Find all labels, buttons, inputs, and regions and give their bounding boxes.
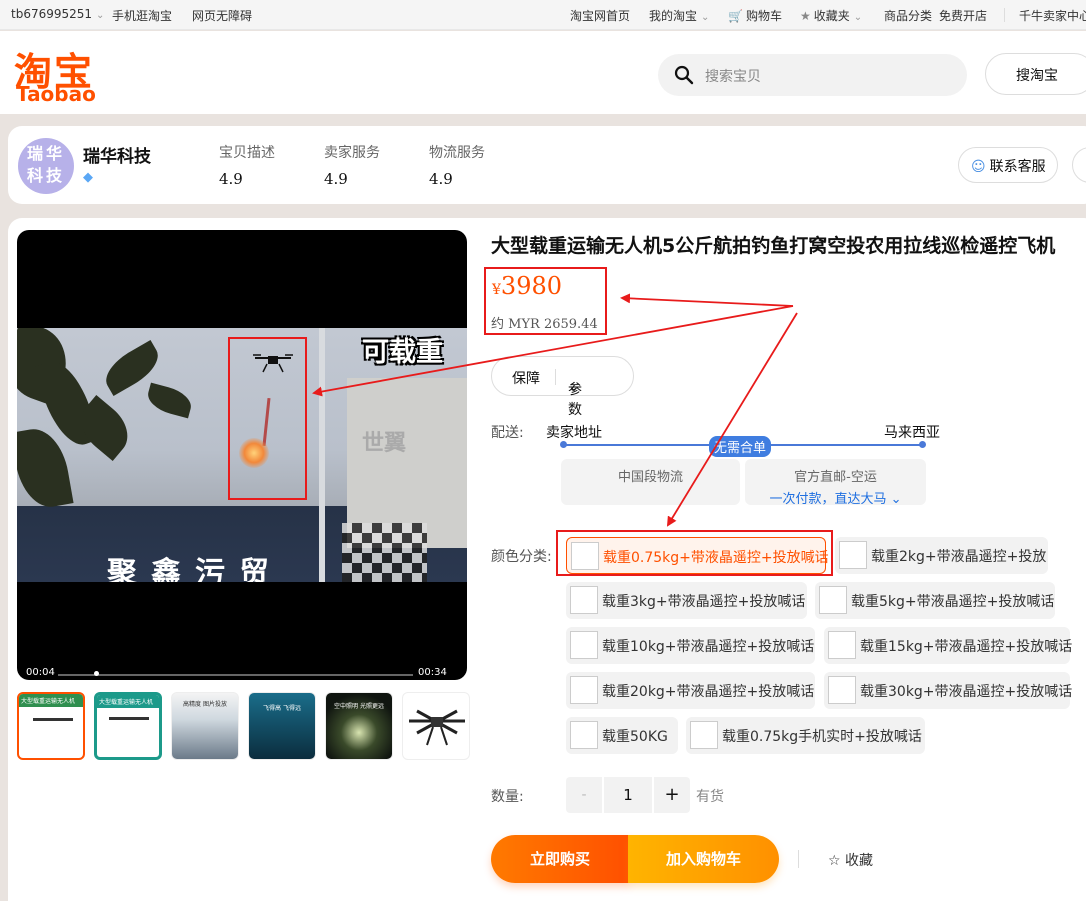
annotation-arrows (312, 293, 798, 527)
arrow-to-sku (666, 312, 798, 527)
arrow-to-price (620, 293, 794, 307)
arrow-to-drone (312, 305, 794, 397)
